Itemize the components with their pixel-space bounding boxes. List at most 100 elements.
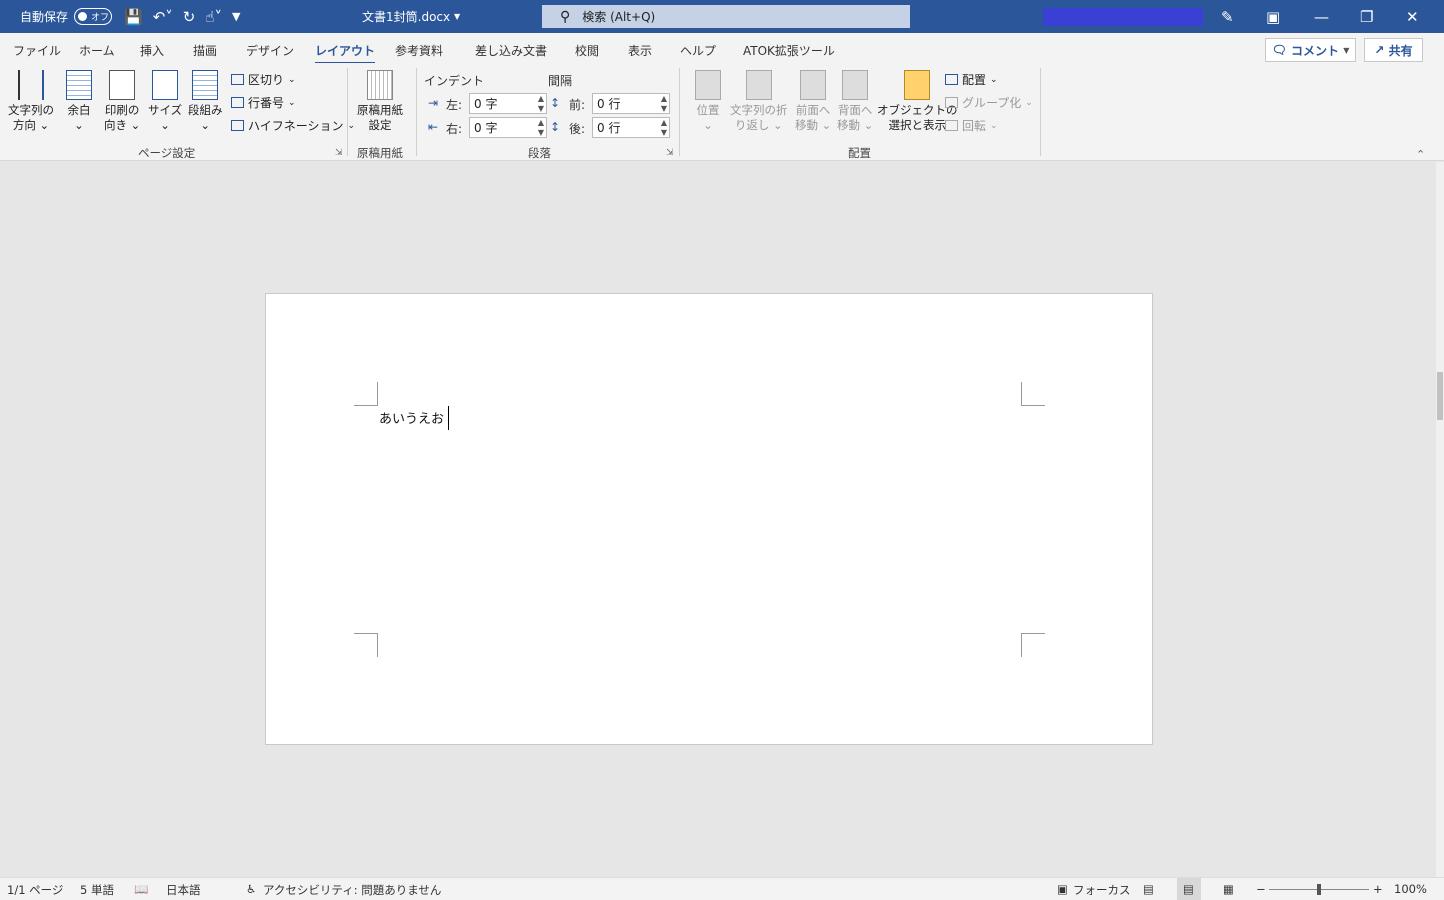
breaks-button[interactable]: 区切り ⌄: [231, 71, 296, 88]
title-bar: 自動保存 オフ 💾 ↶˅ ↻ ☝˅ ▼ 文書1封筒.docx ▼ ⚲ 検索 (A…: [0, 0, 1444, 33]
selection-pane-label-2: 選択と表示: [888, 118, 947, 132]
wrap-text-label-2: り返し ⌄: [734, 118, 783, 132]
document-text[interactable]: あいうえお: [379, 408, 444, 427]
dialog-launcher-icon[interactable]: ⇲: [666, 148, 674, 158]
document-page[interactable]: [265, 293, 1153, 745]
zoom-in-icon[interactable]: +: [1373, 882, 1383, 896]
word-count[interactable]: 5 単語: [80, 882, 114, 898]
collapse-ribbon-icon[interactable]: ⌃: [1416, 148, 1425, 161]
align-button[interactable]: 配置 ⌄: [945, 71, 998, 88]
tab-mailings[interactable]: 差し込み文書: [475, 42, 547, 59]
chevron-down-icon: ⌄: [200, 118, 211, 132]
tab-layout[interactable]: レイアウト: [315, 42, 376, 64]
search-box[interactable]: ⚲ 検索 (Alt+Q): [542, 5, 910, 28]
focus-button[interactable]: フォーカス: [1073, 882, 1131, 898]
line-numbers-label: 行番号: [248, 96, 285, 110]
manuscript-label-2: 設定: [368, 118, 392, 132]
minimize-icon[interactable]: —: [1314, 0, 1329, 33]
zoom-out-icon[interactable]: −: [1256, 882, 1266, 896]
indent-right-icon: ⇤: [428, 120, 439, 134]
accessibility-status[interactable]: アクセシビリティ: 問題ありません: [263, 882, 441, 898]
restore-icon[interactable]: ❐: [1360, 0, 1373, 33]
columns-label: 段組み: [188, 103, 223, 117]
vertical-scrollbar[interactable]: [1436, 162, 1444, 877]
page-setup-group-label: ページ設定: [138, 146, 196, 160]
group-icon: [945, 97, 958, 108]
zoom-slider-thumb[interactable]: [1317, 884, 1321, 895]
spinner-arrows-icon[interactable]: ▲ ▼: [538, 118, 544, 138]
rotate-button[interactable]: 回転 ⌄: [945, 117, 998, 134]
columns-icon: [192, 70, 219, 100]
spacing-before-input[interactable]: 0 行 ▲ ▼: [592, 93, 670, 114]
group-button[interactable]: グループ化 ⌄: [945, 94, 1033, 111]
undo-icon[interactable]: ↶˅: [153, 8, 173, 26]
ribbon-display-icon[interactable]: ▣: [1266, 0, 1280, 33]
share-button[interactable]: ↗ 共有: [1364, 38, 1423, 62]
spacing-after-input[interactable]: 0 行 ▲ ▼: [592, 117, 670, 138]
wrap-text-button[interactable]: 文字列の折 り返し ⌄: [730, 70, 788, 133]
spinner-arrows-icon[interactable]: ▲ ▼: [661, 118, 667, 138]
status-bar: 1/1 ページ 5 単語 📖 日本語 ♿ アクセシビリティ: 問題ありません ▣…: [0, 877, 1444, 900]
dialog-launcher-icon[interactable]: ⇲: [335, 148, 343, 158]
tab-atok[interactable]: ATOK拡張ツール: [743, 42, 835, 59]
customize-icon[interactable]: ▼: [232, 10, 240, 23]
read-mode-icon[interactable]: ▤: [1143, 882, 1154, 896]
zoom-level[interactable]: 100%: [1394, 882, 1427, 896]
text-direction-button[interactable]: 文字列の 方向 ⌄: [8, 70, 54, 133]
close-icon[interactable]: ✕: [1406, 0, 1419, 33]
chevron-down-icon: ⌄: [703, 118, 713, 132]
spinner-arrows-icon[interactable]: ▲ ▼: [661, 94, 667, 114]
save-icon[interactable]: 💾: [124, 8, 143, 26]
text-direction-label-2: 方向 ⌄: [12, 118, 50, 132]
designer-pen-icon[interactable]: ✎: [1221, 0, 1234, 33]
document-title-text: 文書1封筒.docx: [362, 10, 451, 24]
comment-button[interactable]: 🗨 コメント ▼: [1265, 38, 1356, 62]
tab-draw[interactable]: 描画: [193, 42, 217, 59]
send-backward-button[interactable]: 背面へ 移動 ⌄: [837, 70, 873, 133]
spinner-arrows-icon[interactable]: ▲ ▼: [538, 94, 544, 114]
tab-references[interactable]: 参考資料: [395, 42, 443, 59]
indent-left-icon: ⇥: [428, 96, 439, 110]
touch-icon[interactable]: ☝˅: [205, 8, 222, 26]
group-separator: [679, 68, 680, 156]
tab-view[interactable]: 表示: [628, 42, 652, 59]
document-title[interactable]: 文書1封筒.docx ▼: [362, 0, 460, 33]
line-numbers-button[interactable]: 行番号 ⌄: [231, 94, 296, 111]
wrap-text-icon: [745, 70, 772, 100]
tab-file[interactable]: ファイル: [13, 42, 61, 59]
hyphenation-button[interactable]: ハイフネーション ⌄: [231, 117, 355, 134]
autosave-toggle[interactable]: 自動保存 オフ: [20, 0, 113, 33]
line-numbers-icon: [231, 97, 244, 108]
indent-left-input[interactable]: 0 字 ▲ ▼: [469, 93, 547, 114]
account-area[interactable]: [1043, 8, 1203, 26]
print-layout-icon[interactable]: ▤: [1183, 882, 1194, 896]
indent-right-input[interactable]: 0 字 ▲ ▼: [469, 117, 547, 138]
align-label: 配置: [962, 73, 987, 87]
margins-button[interactable]: 余白 ⌄: [66, 70, 92, 133]
text-cursor: [448, 406, 449, 430]
size-button[interactable]: サイズ ⌄: [148, 70, 182, 133]
comment-button-label: コメント: [1291, 43, 1340, 58]
tab-review[interactable]: 校閲: [575, 42, 599, 59]
tab-home[interactable]: ホーム: [79, 42, 115, 59]
tab-insert[interactable]: 挿入: [140, 42, 164, 59]
chevron-down-icon: ⌄: [160, 118, 170, 132]
proofing-icon[interactable]: 📖: [134, 882, 148, 896]
page-count[interactable]: 1/1 ページ: [7, 882, 63, 898]
redo-icon[interactable]: ↻: [183, 8, 196, 26]
web-layout-icon[interactable]: ▦: [1223, 882, 1234, 896]
search-icon: ⚲: [560, 8, 571, 25]
orientation-button[interactable]: 印刷の 向き ⌄: [104, 70, 140, 133]
bring-forward-button[interactable]: 前面へ 移動 ⌄: [795, 70, 831, 133]
tab-help[interactable]: ヘルプ: [680, 42, 716, 59]
ribbon-tab-bar: ファイル ホーム 挿入 描画 デザイン レイアウト 参考資料 差し込み文書 校閲…: [0, 33, 1444, 64]
language[interactable]: 日本語: [166, 882, 201, 898]
position-button[interactable]: 位置 ⌄: [695, 70, 721, 133]
tab-design[interactable]: デザイン: [246, 42, 294, 59]
group-separator: [1040, 68, 1041, 156]
autosave-switch[interactable]: オフ: [74, 8, 113, 25]
scrollbar-thumb[interactable]: [1437, 372, 1443, 420]
columns-button[interactable]: 段組み ⌄: [188, 70, 223, 133]
search-placeholder: 検索 (Alt+Q): [582, 10, 656, 24]
manuscript-settings-button[interactable]: 原稿用紙 設定: [357, 70, 403, 133]
